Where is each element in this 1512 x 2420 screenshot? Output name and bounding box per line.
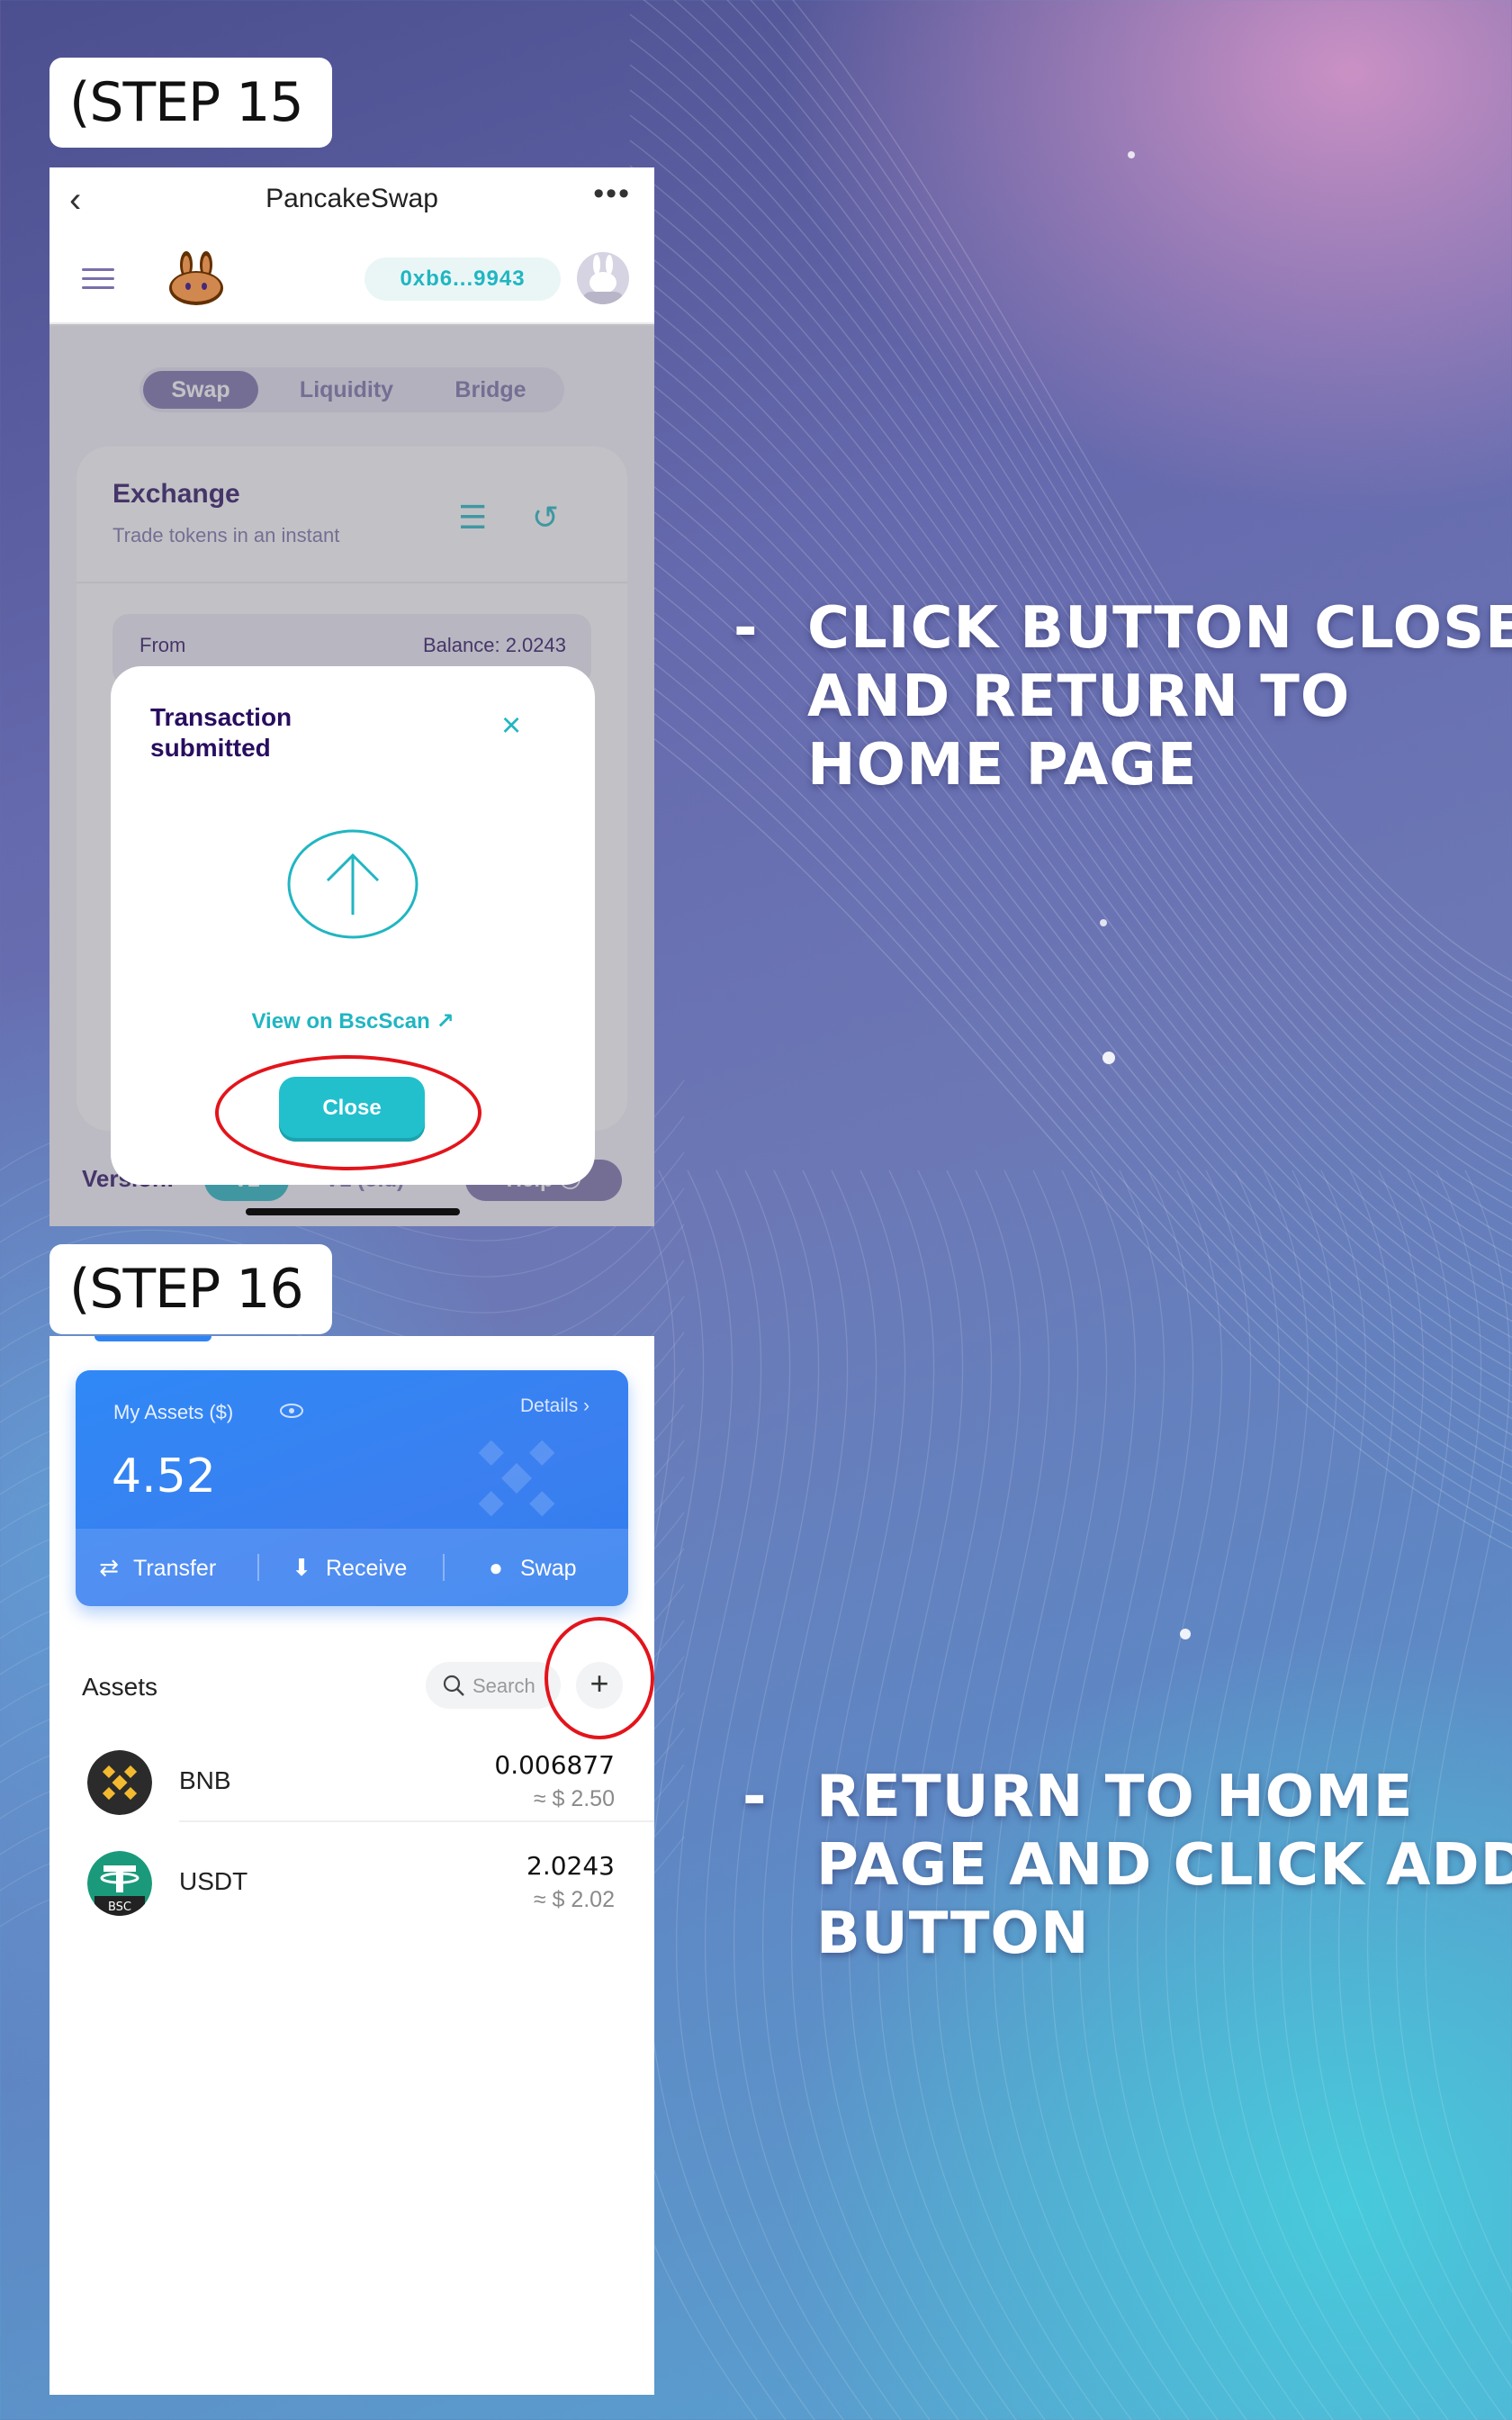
asset-row-bnb[interactable]: BNB 0.006877 ≈ $ 2.50	[50, 1732, 654, 1831]
asset-usd-value: ≈ $ 2.50	[533, 1786, 615, 1811]
modal-title: Transaction submitted	[150, 703, 292, 762]
divider	[443, 1554, 445, 1581]
home-indicator	[246, 1208, 460, 1215]
step-16-label: (STEP 16 )	[50, 1244, 332, 1411]
arrow-up-circle-icon	[287, 829, 418, 939]
hamburger-menu-icon[interactable]	[82, 268, 114, 290]
app-nav-bar: 0xb6...9943	[50, 230, 654, 324]
my-assets-card: My Assets ($) Details › 4.52 ⇄ Transfer ⬇…	[76, 1370, 628, 1606]
swap-button[interactable]: ● Swap	[482, 1529, 577, 1606]
search-placeholder: Search	[472, 1675, 536, 1697]
transfer-icon: ⇄	[99, 1554, 119, 1581]
instruction-add-button: - RETURN TO HOME PAGE AND CLICK ADD BUTT…	[742, 1763, 1512, 1979]
wallet-address-button[interactable]: 0xb6...9943	[364, 257, 561, 301]
details-link[interactable]: Details ›	[520, 1395, 590, 1417]
transfer-label: Transfer	[133, 1556, 217, 1581]
view-on-bscscan-link[interactable]: View on BscScan ↗	[111, 1008, 595, 1034]
highlight-add-circle	[544, 1617, 654, 1739]
asset-amount: 0.006877	[494, 1750, 615, 1780]
receive-button[interactable]: ⬇ Receive	[288, 1529, 407, 1606]
my-assets-label: My Assets ($)	[113, 1401, 234, 1423]
receive-label: Receive	[326, 1556, 408, 1581]
more-dots-icon[interactable]: •••	[593, 176, 631, 212]
profile-avatar[interactable]	[577, 252, 629, 304]
asset-row-usdt[interactable]: BSC USDT 2.0243 ≈ $ 2.02	[50, 1833, 654, 1932]
swap-label: Swap	[520, 1556, 577, 1581]
wallet-home-screen: My Assets ($) Details › 4.52 ⇄ Transfer ⬇…	[50, 1336, 654, 2395]
page-title: PancakeSwap	[266, 184, 438, 213]
step-15-label: (STEP 15 )	[50, 58, 332, 224]
instruction-dash: -	[742, 1764, 768, 1830]
highlight-close-ellipse	[215, 1055, 482, 1170]
download-icon: ⬇	[292, 1554, 311, 1581]
eye-icon[interactable]	[279, 1403, 304, 1419]
instruction-text: RETURN TO HOME PAGE AND CLICK ADD BUTTON	[816, 1764, 1512, 1967]
transfer-button[interactable]: ⇄ Transfer	[95, 1529, 216, 1606]
external-link-icon: ↗	[436, 1009, 454, 1034]
asset-usd-value: ≈ $ 2.02	[533, 1887, 615, 1912]
asset-amount: 2.0243	[526, 1851, 615, 1881]
chevron-right-icon: ›	[583, 1395, 590, 1416]
bscscan-link-label: View on BscScan	[251, 1009, 430, 1034]
details-label: Details	[520, 1395, 579, 1416]
asset-search-input[interactable]: Search	[426, 1662, 561, 1709]
instruction-text: CLICK BUTTON CLOSE AND RETURN TO HOME PA…	[807, 595, 1512, 799]
swap-icon: ●	[489, 1554, 503, 1581]
usdt-bsc-logo-icon: BSC	[87, 1851, 152, 1916]
asset-symbol: BNB	[179, 1766, 231, 1794]
asset-actions-bar: ⇄ Transfer ⬇ Receive ● Swap	[76, 1529, 628, 1606]
divider	[257, 1554, 259, 1581]
bunny-avatar-icon	[582, 255, 624, 304]
pancake-bunny-logo-icon[interactable]	[166, 250, 226, 306]
asset-symbol: USDT	[179, 1867, 248, 1895]
instruction-close-button: - CLICK BUTTON CLOSE AND RETURN TO HOME …	[734, 594, 1512, 810]
svg-text:BSC: BSC	[108, 1901, 131, 1914]
browser-title-bar: ‹ PancakeSwap •••	[50, 167, 654, 230]
bnb-logo-icon	[87, 1750, 152, 1815]
instruction-dash: -	[734, 595, 759, 662]
assets-heading: Assets	[82, 1673, 158, 1701]
top-tab-indicator	[94, 1336, 212, 1341]
close-icon[interactable]: ×	[501, 709, 521, 743]
total-assets-value: 4.52	[112, 1449, 216, 1503]
binance-watermark-icon	[478, 1440, 555, 1517]
search-icon	[443, 1675, 464, 1696]
divider	[179, 1820, 654, 1822]
